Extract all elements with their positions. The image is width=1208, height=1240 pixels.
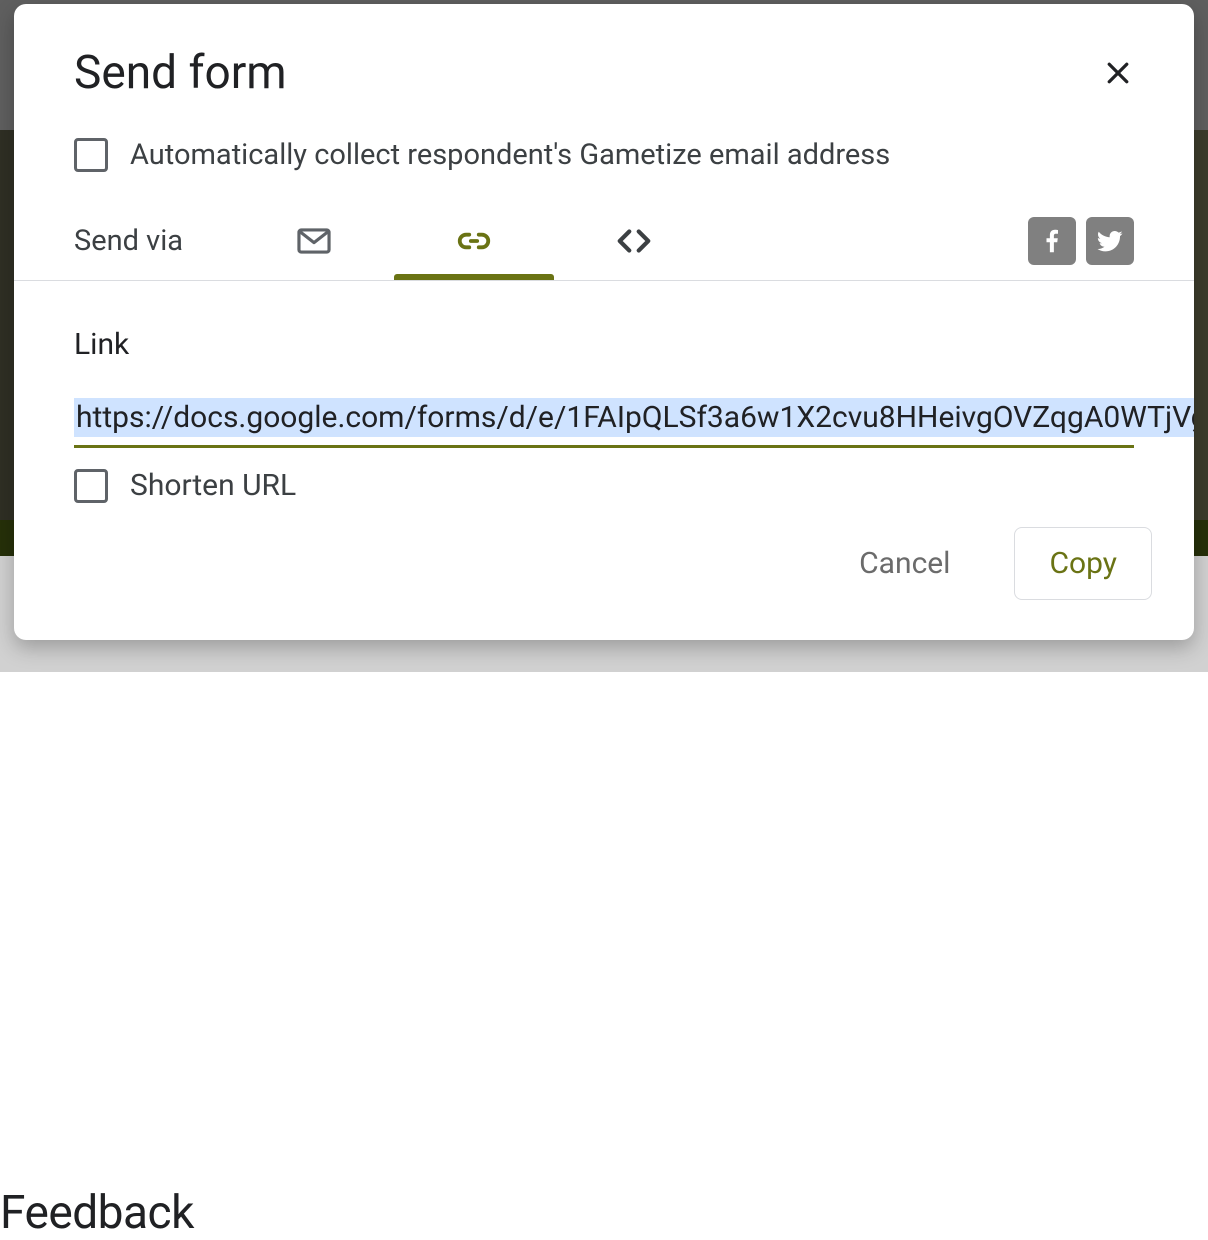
dialog-title: Send form: [74, 46, 287, 100]
dialog-header: Send form: [14, 4, 1194, 110]
close-button[interactable]: [1094, 49, 1142, 97]
auto-collect-row: Automatically collect respondent's Gamet…: [14, 110, 1194, 202]
mail-icon: [292, 222, 336, 260]
background-partial-text: Feedback: [0, 1186, 194, 1240]
shorten-url-label: Shorten URL: [130, 468, 296, 503]
link-section: Link https://docs.google.com/forms/d/e/1…: [14, 281, 1194, 448]
send-via-label: Send via: [74, 224, 234, 258]
tab-link[interactable]: [394, 202, 554, 280]
close-icon: [1103, 58, 1133, 88]
embed-icon: [612, 222, 656, 260]
tab-email[interactable]: [234, 202, 394, 280]
twitter-icon: [1095, 226, 1125, 256]
link-section-title: Link: [74, 327, 1134, 362]
dialog-actions: Cancel Copy: [14, 503, 1194, 640]
tab-embed[interactable]: [554, 202, 714, 280]
link-icon: [452, 222, 496, 260]
send-form-dialog: Send form Automatically collect responde…: [14, 4, 1194, 640]
cancel-button[interactable]: Cancel: [825, 528, 984, 599]
shorten-url-checkbox[interactable]: [74, 469, 108, 503]
social-share: [1028, 217, 1134, 265]
send-via-tabs: [234, 202, 714, 280]
link-field[interactable]: https://docs.google.com/forms/d/e/1FAIpQ…: [74, 398, 1134, 448]
facebook-icon: [1037, 226, 1067, 256]
send-via-row: Send via: [14, 202, 1194, 280]
link-url-text: https://docs.google.com/forms/d/e/1FAIpQ…: [74, 398, 1194, 437]
share-twitter-button[interactable]: [1086, 217, 1134, 265]
shorten-url-row: Shorten URL: [14, 448, 1194, 503]
auto-collect-label: Automatically collect respondent's Gamet…: [130, 138, 890, 172]
copy-button[interactable]: Copy: [1014, 527, 1152, 600]
auto-collect-checkbox[interactable]: [74, 138, 108, 172]
share-facebook-button[interactable]: [1028, 217, 1076, 265]
tab-underline: [394, 274, 554, 280]
